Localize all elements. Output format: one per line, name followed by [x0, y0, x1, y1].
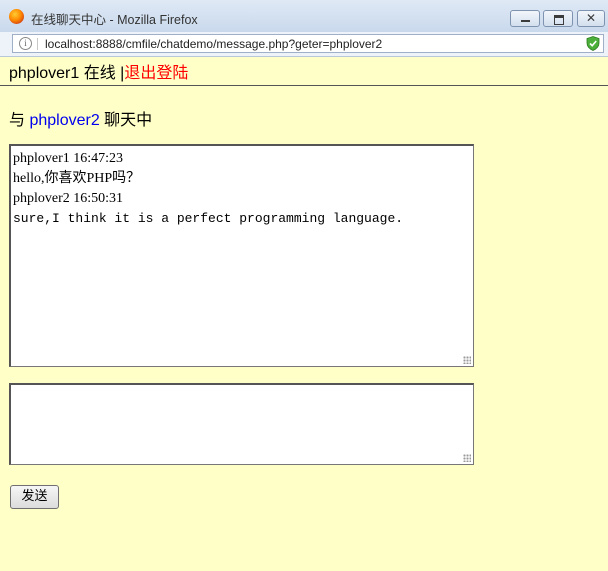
- message-header: phplover2 16:50:31: [13, 191, 124, 206]
- send-button[interactable]: 发送: [10, 485, 59, 509]
- window-titlebar: 在线聊天中心 - Mozilla Firefox ✕: [0, 0, 608, 33]
- url-text[interactable]: localhost:8888/cmfile/chatdemo/message.p…: [45, 37, 382, 51]
- chat-header: 与 phplover2 聊天中: [9, 112, 153, 129]
- shield-icon[interactable]: [586, 36, 600, 51]
- message-text: sure,I think it is a perfect programming…: [13, 211, 404, 226]
- message-header: phplover1 16:47:23: [13, 151, 124, 166]
- maximize-button[interactable]: [543, 10, 573, 27]
- current-username: phplover1: [9, 65, 80, 82]
- navigation-bar: i localhost:8888/cmfile/chatdemo/message…: [0, 32, 608, 57]
- address-bar[interactable]: i localhost:8888/cmfile/chatdemo/message…: [12, 34, 604, 53]
- page-content: phplover1 在线 |退出登陆 与 phplover2 聊天中 phplo…: [0, 57, 608, 571]
- resize-handle[interactable]: [463, 454, 471, 462]
- info-icon[interactable]: i: [19, 37, 32, 50]
- message-log[interactable]: phplover1 16:47:23 hello,你喜欢PHP吗？ phplov…: [9, 144, 474, 367]
- firefox-icon: [9, 9, 24, 24]
- close-button[interactable]: ✕: [577, 10, 605, 27]
- message-text: hello,你喜欢PHP吗？: [13, 171, 141, 186]
- user-status: phplover1 在线 |退出登陆: [9, 59, 188, 83]
- minimize-button[interactable]: [510, 10, 540, 27]
- window-title: 在线聊天中心 - Mozilla Firefox: [31, 13, 198, 27]
- close-icon: ✕: [585, 11, 597, 25]
- peer-user-link[interactable]: phplover2: [29, 112, 99, 129]
- logout-link[interactable]: 退出登陆: [124, 65, 188, 82]
- online-status-text: 在线 |: [79, 65, 125, 82]
- resize-handle[interactable]: [463, 356, 471, 364]
- message-input[interactable]: [9, 383, 474, 465]
- divider: [0, 85, 608, 86]
